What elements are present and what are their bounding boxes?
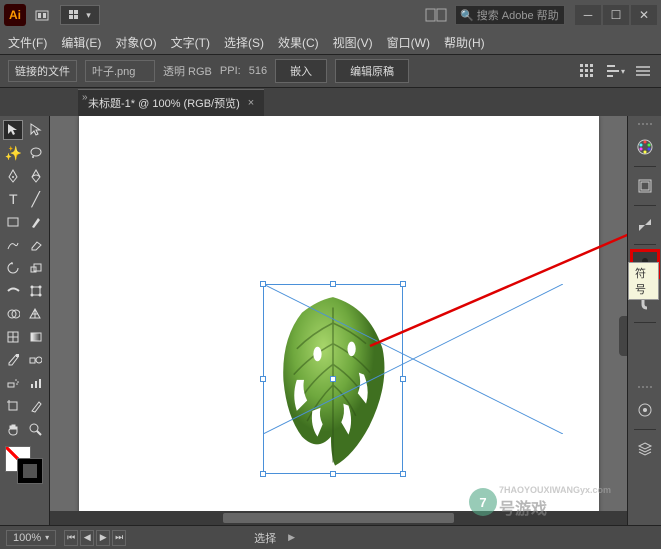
handle-bottom-left[interactable] <box>260 471 266 477</box>
tab-title: 未标题-1* @ 100% (RGB/预览) <box>88 95 240 111</box>
handle-center[interactable] <box>330 376 336 382</box>
tab-close-icon[interactable]: × <box>248 97 254 109</box>
scrollbar-thumb[interactable] <box>223 513 454 523</box>
stroke-swatch[interactable] <box>17 458 43 484</box>
ppi-value: 516 <box>249 65 267 77</box>
menu-object[interactable]: 对象(O) <box>115 34 156 51</box>
selected-image[interactable] <box>263 284 403 474</box>
fill-stroke-swatch[interactable] <box>2 446 47 488</box>
shape-builder-tool[interactable] <box>3 304 23 324</box>
tab-chevron-icon[interactable]: » <box>82 92 88 103</box>
toolbox-panel: ✨ T╱ <box>0 116 50 525</box>
document-tab[interactable]: 未标题-1* @ 100% (RGB/预览) × <box>78 89 264 116</box>
panel-handle-icon[interactable] <box>632 120 658 130</box>
watermark-text: 号游戏 <box>499 495 611 519</box>
app-logo-icon: Ai <box>4 4 26 26</box>
selection-tool[interactable] <box>3 120 23 140</box>
handle-top-left[interactable] <box>260 281 266 287</box>
bridge-icon[interactable] <box>32 5 52 25</box>
layers-panel-icon[interactable] <box>632 436 658 462</box>
appearance-panel-icon[interactable] <box>632 397 658 423</box>
arrange-docs-icon[interactable] <box>421 6 451 24</box>
pen-tool[interactable] <box>3 166 23 186</box>
workspace-dropdown[interactable]: ▾ <box>60 5 100 25</box>
width-tool[interactable] <box>3 281 23 301</box>
right-panel-dock: 符号 <box>627 116 661 525</box>
artboard[interactable] <box>79 116 599 516</box>
maximize-button[interactable]: ☐ <box>603 5 629 25</box>
lasso-tool[interactable] <box>26 143 46 163</box>
handle-bottom-mid[interactable] <box>330 471 336 477</box>
zoom-selector[interactable]: 100%▾ <box>6 530 56 546</box>
handle-mid-right[interactable] <box>400 376 406 382</box>
menu-edit[interactable]: 编辑(E) <box>61 34 101 51</box>
handle-top-right[interactable] <box>400 281 406 287</box>
shaper-tool[interactable] <box>3 235 23 255</box>
first-artboard-button[interactable]: ⏮ <box>64 530 78 546</box>
menu-window[interactable]: 窗口(W) <box>387 34 430 51</box>
direct-selection-tool[interactable] <box>26 120 46 140</box>
close-button[interactable]: ✕ <box>631 5 657 25</box>
paintbrush-tool[interactable] <box>26 212 46 232</box>
menu-effect[interactable]: 效果(C) <box>278 34 319 51</box>
linked-file-label: 链接的文件 <box>8 60 77 82</box>
search-input[interactable]: 🔍搜索 Adobe 帮助 <box>455 5 565 25</box>
zoom-value: 100% <box>13 532 41 544</box>
handle-top-mid[interactable] <box>330 281 336 287</box>
panel-expand-handle[interactable] <box>619 316 627 356</box>
curvature-tool[interactable] <box>26 166 46 186</box>
ppi-label: PPI: <box>220 65 241 77</box>
filename-display: 叶子.png <box>85 60 155 82</box>
watermark-url: 7HAOYOUXIWANGyx.com <box>499 485 611 495</box>
symbols-tooltip: 符号 <box>628 262 659 300</box>
menu-view[interactable]: 视图(V) <box>333 34 373 51</box>
slice-tool[interactable] <box>26 396 46 416</box>
gradient-tool[interactable] <box>26 327 46 347</box>
options-icon[interactable] <box>633 62 653 80</box>
magic-wand-tool[interactable]: ✨ <box>3 143 23 163</box>
handle-bottom-right[interactable] <box>400 471 406 477</box>
symbol-sprayer-tool[interactable] <box>3 373 23 393</box>
watermark-badge: 7 <box>469 488 497 516</box>
menu-type[interactable]: 文字(T) <box>171 34 210 51</box>
scale-tool[interactable] <box>26 258 46 278</box>
menu-file[interactable]: 文件(F) <box>8 34 47 51</box>
zoom-tool[interactable] <box>26 419 46 439</box>
panel-handle-icon-2[interactable] <box>632 383 658 393</box>
watermark: 7 7HAOYOUXIWANGyx.com 号游戏 <box>469 485 611 519</box>
last-artboard-button[interactable]: ⏭ <box>112 530 126 546</box>
align-icon[interactable]: ▾ <box>605 62 625 80</box>
rotate-tool[interactable] <box>3 258 23 278</box>
embed-button[interactable]: 嵌入 <box>275 59 327 83</box>
grid-small-icon[interactable] <box>577 62 597 80</box>
colormode-label: 透明 RGB <box>163 63 212 79</box>
artboard-tool[interactable] <box>3 396 23 416</box>
mesh-tool[interactable] <box>3 327 23 347</box>
blend-tool[interactable] <box>26 350 46 370</box>
minimize-button[interactable]: ─ <box>575 5 601 25</box>
type-tool[interactable]: T <box>3 189 23 209</box>
swatches-panel-icon[interactable] <box>632 173 658 199</box>
eraser-tool[interactable] <box>26 235 46 255</box>
color-panel-icon[interactable] <box>632 134 658 160</box>
edit-original-button[interactable]: 编辑原稿 <box>335 59 409 83</box>
graph-tool[interactable] <box>26 373 46 393</box>
status-mode: 选择 <box>254 530 276 546</box>
eyedropper-tool[interactable] <box>3 350 23 370</box>
canvas-area[interactable] <box>50 116 627 525</box>
menu-select[interactable]: 选择(S) <box>224 34 264 51</box>
next-artboard-button[interactable]: ▶ <box>96 530 110 546</box>
hand-tool[interactable] <box>3 419 23 439</box>
line-tool[interactable]: ╱ <box>26 189 46 209</box>
status-mode-chevron-icon[interactable]: ▶ <box>288 532 295 543</box>
brushes-panel-icon[interactable] <box>632 212 658 238</box>
free-transform-tool[interactable] <box>26 281 46 301</box>
prev-artboard-button[interactable]: ◀ <box>80 530 94 546</box>
menu-help[interactable]: 帮助(H) <box>444 34 485 51</box>
search-placeholder: 搜索 Adobe 帮助 <box>477 7 559 23</box>
handle-mid-left[interactable] <box>260 376 266 382</box>
rectangle-tool[interactable] <box>3 212 23 232</box>
perspective-grid-tool[interactable] <box>26 304 46 324</box>
